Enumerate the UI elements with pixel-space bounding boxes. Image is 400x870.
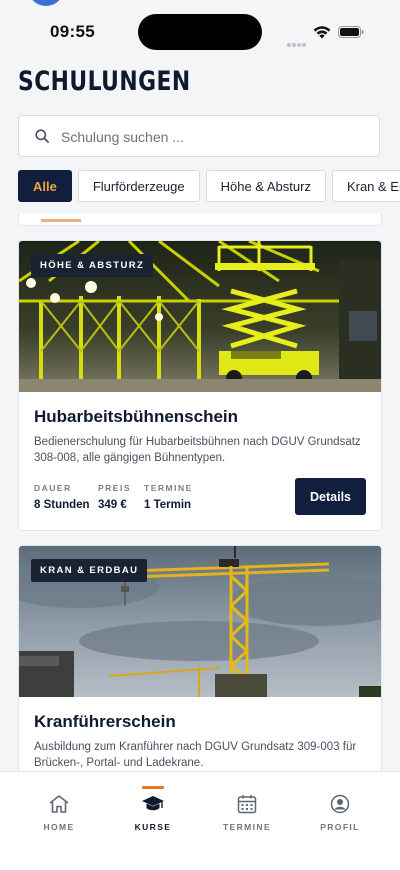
price-value: 349 €	[98, 499, 127, 511]
filter-chip-hoehe-absturz[interactable]: Höhe & Absturz	[205, 170, 326, 202]
tab-profil[interactable]: PROFIL	[300, 772, 380, 832]
tab-kurse-label: KURSE	[134, 822, 172, 832]
dates-label: TERMINE	[144, 483, 193, 493]
bottom-tab-bar: HOME KURSE TERMINE PROFIL	[0, 771, 400, 870]
dates-block: TERMINE 1 Termin	[144, 483, 193, 511]
page-title: SCHULUNGEN	[18, 66, 191, 97]
tab-termine-label: TERMINE	[222, 822, 272, 832]
tab-termine[interactable]: TERMINE	[207, 772, 287, 832]
home-icon	[49, 795, 69, 813]
duration-value: 8 Stunden	[34, 499, 90, 511]
previous-course-card[interactable]	[18, 213, 382, 226]
course-card[interactable]: HÖHE & ABSTURZ Hubarbeitsbühnenschein Be…	[18, 240, 382, 531]
status-time: 09:55	[50, 22, 95, 41]
details-button[interactable]: Details	[295, 478, 366, 515]
price-block: PREIS 349 €	[98, 483, 131, 511]
status-bar: 09:55	[0, 0, 400, 60]
tab-home[interactable]: HOME	[19, 772, 99, 832]
profile-icon	[330, 794, 350, 814]
category-badge: KRAN & ERDBAU	[31, 559, 148, 582]
filter-chip-flurfoerderzeuge[interactable]: Flurförderzeuge	[77, 170, 200, 202]
duration-label: DAUER	[34, 483, 72, 493]
category-badge: HÖHE & ABSTURZ	[31, 254, 154, 277]
course-title: Hubarbeitsbühnenschein	[34, 407, 239, 426]
price-label: PREIS	[98, 483, 132, 493]
battery-icon	[338, 26, 364, 38]
filter-chip-kran-erdbau[interactable]: Kran & Erdb	[331, 170, 400, 202]
search-input[interactable]	[59, 116, 363, 158]
course-card[interactable]: KRAN & ERDBAU Kranführerschein Ausbildun…	[18, 545, 382, 775]
app-indicator-dot	[28, 0, 64, 6]
wifi-icon	[313, 26, 331, 39]
tab-home-label: HOME	[43, 822, 75, 832]
filter-chip-all[interactable]: Alle	[18, 170, 72, 202]
tab-profil-label: PROFIL	[320, 822, 360, 832]
tab-kurse[interactable]: KURSE	[113, 772, 193, 832]
search-bar[interactable]	[18, 115, 380, 158]
search-icon	[35, 129, 49, 143]
course-description: Ausbildung zum Kranführer nach DGUV Grun…	[34, 741, 357, 769]
signal-icon	[287, 34, 309, 47]
calendar-icon	[237, 795, 257, 814]
graduation-cap-icon	[142, 796, 164, 811]
category-filter-bar: Alle Flurförderzeuge Höhe & Absturz Kran & …	[18, 170, 400, 204]
dynamic-island	[138, 14, 262, 50]
dates-value: 1 Termin	[144, 499, 192, 511]
course-title: Kranführerschein	[34, 712, 176, 731]
course-description: Bedienerschulung für Hubarbeitsbühnen na…	[34, 436, 361, 464]
duration-block: DAUER 8 Stunden	[34, 483, 90, 511]
